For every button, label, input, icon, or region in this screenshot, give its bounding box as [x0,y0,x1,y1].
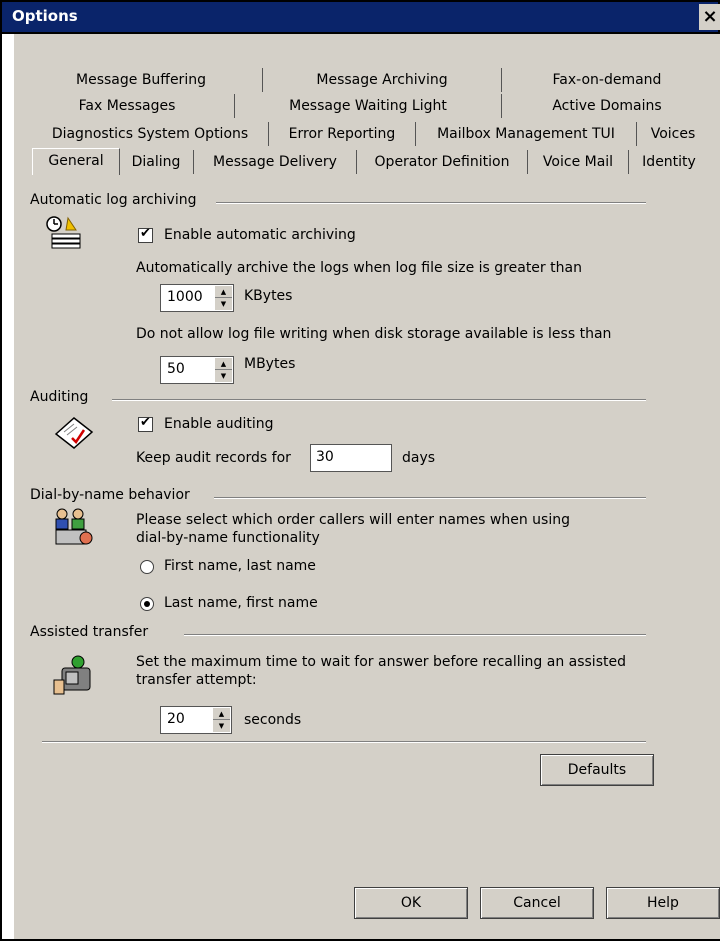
spin-down-icon[interactable]: ▼ [213,720,230,732]
enable-archiving-checkbox[interactable] [138,226,153,243]
tab-general[interactable]: General [32,148,120,175]
dialog-body: Message Buffering Message Archiving Fax-… [14,34,720,939]
spin-down-icon[interactable]: ▼ [215,298,232,310]
window-title: Options [12,7,78,25]
disk-storage-spinner[interactable]: 50 ▲ ▼ [160,356,234,384]
tab-active-domains[interactable]: Active Domains [502,94,712,118]
tab-message-waiting-light[interactable]: Message Waiting Light [235,94,502,118]
audit-days-value[interactable]: 30 [316,449,334,465]
assisted-divider [184,634,646,636]
archive-size-spin-buttons[interactable]: ▲ ▼ [215,286,232,310]
dialbyname-divider [214,497,646,499]
assisted-section-title: Assisted transfer [30,624,149,640]
audit-days-input[interactable]: 30 [310,444,392,472]
tab-dialing[interactable]: Dialing [119,150,194,174]
dialbyname-desc-line2: dial-by-name functionality [136,530,320,546]
spin-up-icon[interactable]: ▲ [215,286,232,298]
spin-down-icon[interactable]: ▼ [215,370,232,382]
spin-up-icon[interactable]: ▲ [213,708,230,720]
tab-message-buffering[interactable]: Message Buffering [20,68,263,92]
disk-storage-value[interactable]: 50 [167,361,185,377]
directory-people-icon [52,506,96,546]
disk-storage-text: Do not allow log file writing when disk … [136,326,612,342]
tab-mailbox-management-tui[interactable]: Mailbox Management TUI [416,122,637,146]
tab-error-reporting[interactable]: Error Reporting [269,122,416,146]
assisted-timeout-unit: seconds [244,712,302,728]
enable-auditing-label[interactable]: Enable auditing [164,416,274,432]
audit-days-unit: days [402,450,436,466]
first-last-label[interactable]: First name, last name [164,558,316,574]
assisted-timeout-spin-buttons[interactable]: ▲ ▼ [213,708,230,732]
auditing-section-title: Auditing [30,389,89,405]
last-first-label[interactable]: Last name, first name [164,595,318,611]
defaults-button[interactable]: Defaults [540,754,654,786]
phone-transfer-icon [52,654,96,695]
enable-archiving-label[interactable]: Enable automatic archiving [164,227,356,243]
title-bar[interactable]: Options [2,2,718,34]
audit-notebook-icon [52,412,96,452]
archive-size-value[interactable]: 1000 [167,289,203,305]
tab-fax-on-demand[interactable]: Fax-on-demand [502,68,712,92]
disk-storage-spin-buttons[interactable]: ▲ ▼ [215,358,232,382]
tab-identity[interactable]: Identity [629,150,709,174]
options-dialog: Options × Message Buffering Message Arch… [0,0,720,941]
cancel-button[interactable]: Cancel [480,887,594,919]
tab-voices[interactable]: Voices [637,122,709,146]
tab-fax-messages[interactable]: Fax Messages [20,94,235,118]
close-button[interactable]: × [699,4,720,30]
tab-diagnostics-system-options[interactable]: Diagnostics System Options [32,122,269,146]
tab-operator-definition[interactable]: Operator Definition [357,150,528,174]
archiving-divider [216,202,646,204]
tab-message-delivery[interactable]: Message Delivery [194,150,357,174]
disk-storage-unit: MBytes [244,356,296,372]
help-button[interactable]: Help [606,887,720,919]
enable-auditing-checkbox[interactable] [138,415,153,432]
bottom-divider [42,741,646,743]
tab-message-archiving[interactable]: Message Archiving [263,68,502,92]
spin-up-icon[interactable]: ▲ [215,358,232,370]
assisted-timeout-value[interactable]: 20 [167,711,185,727]
keep-audit-label: Keep audit records for [136,450,291,466]
archive-size-spinner[interactable]: 1000 ▲ ▼ [160,284,234,312]
archive-size-text: Automatically archive the logs when log … [136,260,582,276]
ok-button[interactable]: OK [354,887,468,919]
archive-size-unit: KBytes [244,288,293,304]
assisted-timeout-spinner[interactable]: 20 ▲ ▼ [160,706,232,734]
archive-log-icon [44,214,88,254]
assisted-desc-line2: transfer attempt: [136,672,257,688]
dialbyname-section-title: Dial-by-name behavior [30,487,190,503]
auditing-divider [112,399,646,401]
last-first-radio[interactable] [140,597,154,611]
tab-voice-mail[interactable]: Voice Mail [528,150,629,174]
dialbyname-desc-line1: Please select which order callers will e… [136,512,570,528]
assisted-desc-line1: Set the maximum time to wait for answer … [136,654,626,670]
archiving-section-title: Automatic log archiving [30,192,197,208]
first-last-radio[interactable] [140,560,154,574]
